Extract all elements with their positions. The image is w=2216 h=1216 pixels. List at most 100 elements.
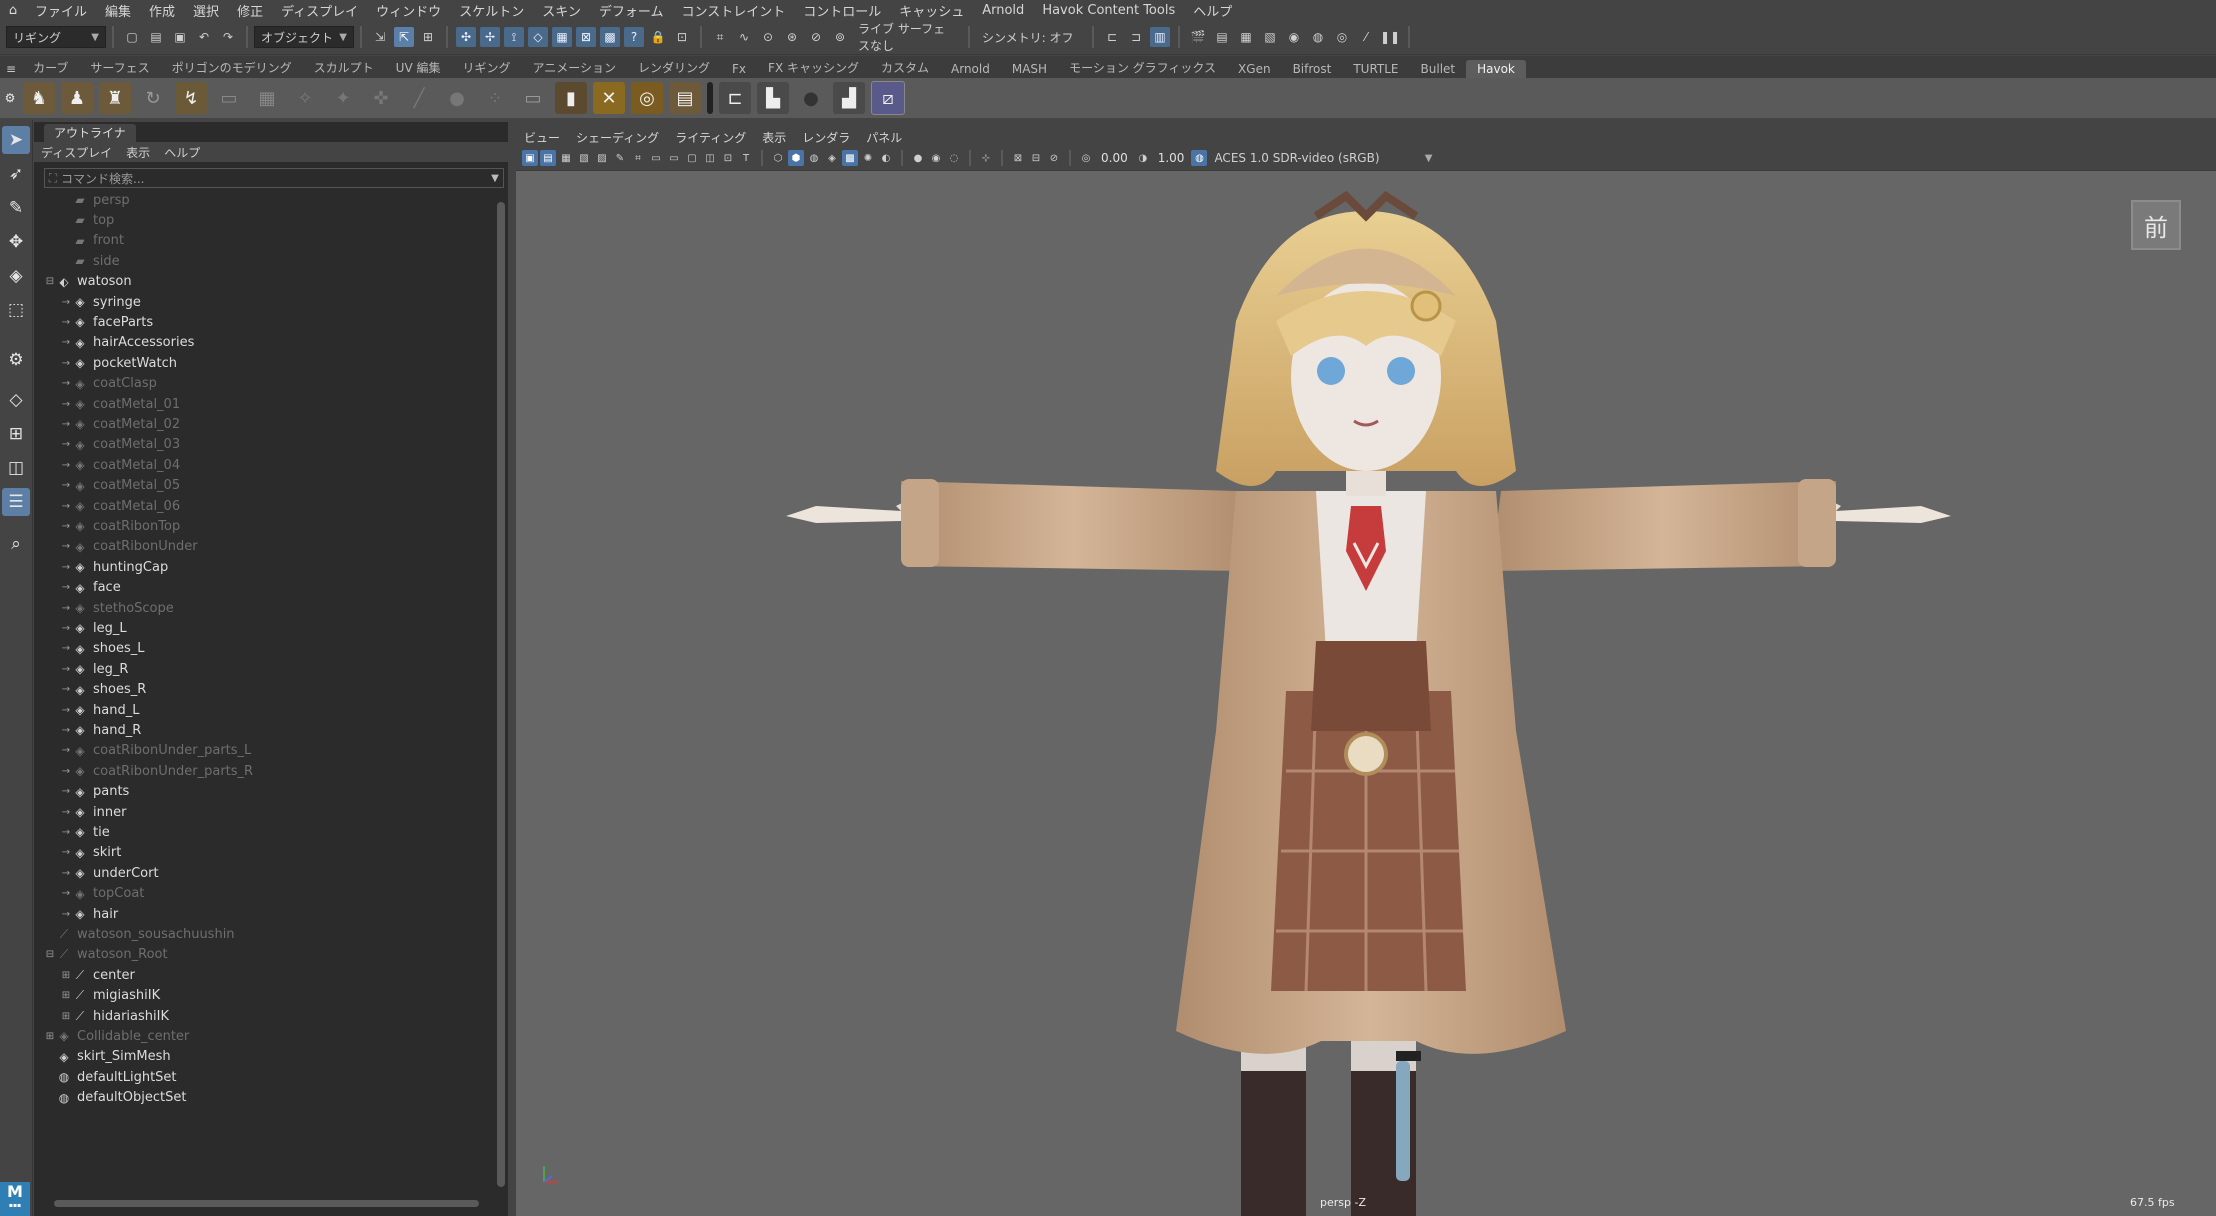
- viewport-menu-item[interactable]: シェーディング: [568, 129, 667, 146]
- havok-spheres-icon[interactable]: ⁘: [479, 82, 511, 114]
- menu-item[interactable]: ディスプレイ: [272, 1, 367, 20]
- expand-toggle-icon[interactable]: →: [60, 909, 72, 920]
- havok-preview-icon[interactable]: ▙: [757, 82, 789, 114]
- highlight-selection-icon[interactable]: ⊡: [672, 27, 692, 47]
- live-surface-dropdown[interactable]: ライブ サーフェスなし: [852, 22, 962, 53]
- redo-icon[interactable]: ↷: [218, 27, 238, 47]
- shelf-tab[interactable]: Fx: [721, 60, 757, 78]
- outliner-item[interactable]: ▰ top: [60, 210, 114, 230]
- field-chart-icon[interactable]: ◫: [702, 150, 718, 166]
- expand-toggle-icon[interactable]: →: [60, 358, 72, 369]
- outliner-item[interactable]: → ◈ hand_R: [60, 720, 141, 740]
- havok-constraint-icon[interactable]: ▭: [213, 82, 245, 114]
- outliner-item[interactable]: → ◈ topCoat: [60, 884, 145, 904]
- pause-icon[interactable]: ❚❚: [1380, 27, 1400, 47]
- snap-projected-icon[interactable]: ⊛: [782, 27, 802, 47]
- mask-handles-icon[interactable]: ✢: [480, 27, 500, 47]
- single-perspective-layout-icon[interactable]: ◇: [2, 386, 30, 414]
- havok-rig-icon[interactable]: ♜: [99, 82, 131, 114]
- havok-wire-icon[interactable]: ╱: [403, 82, 435, 114]
- expand-toggle-icon[interactable]: →: [60, 521, 72, 532]
- expand-toggle-icon[interactable]: →: [60, 317, 72, 328]
- menu-item[interactable]: キャッシュ: [890, 1, 973, 20]
- outliner-vertical-scrollbar[interactable]: [496, 192, 506, 1200]
- scroll-thumb[interactable]: [54, 1200, 479, 1207]
- shelf-options-icon[interactable]: ⚙: [3, 82, 17, 114]
- havok-hinge-icon[interactable]: ✦: [327, 82, 359, 114]
- wireframe-on-shaded-icon[interactable]: ◈: [824, 150, 840, 166]
- xray-joints-icon[interactable]: ⊟: [1028, 150, 1044, 166]
- view-cube-front[interactable]: 前: [2131, 200, 2181, 250]
- outliner-item[interactable]: → ◈ pants: [60, 782, 130, 802]
- havok-ball-icon[interactable]: ●: [441, 82, 473, 114]
- rotate-tool-icon[interactable]: ◈: [2, 262, 30, 290]
- havok-disabled-icon[interactable]: ↻: [137, 82, 169, 114]
- viewport-3d[interactable]: [516, 171, 2216, 1216]
- outliner-item[interactable]: → ◈ coatMetal_05: [60, 476, 180, 496]
- viewport-menu-item[interactable]: 表示: [754, 129, 794, 146]
- shelf-tab[interactable]: ポリゴンのモデリング: [161, 57, 303, 78]
- expand-toggle-icon[interactable]: →: [60, 562, 72, 573]
- select-tool-icon[interactable]: ➤: [2, 126, 30, 154]
- image-plane-icon[interactable]: ▧: [576, 150, 592, 166]
- wireframe-icon[interactable]: ⬡: [770, 150, 786, 166]
- menu-item[interactable]: デフォーム: [590, 1, 673, 20]
- outliner-search-field[interactable]: ⛶ コマンド検索... ▼: [44, 168, 504, 188]
- havok-filter-icon[interactable]: ⊏: [719, 82, 751, 114]
- expand-toggle-icon[interactable]: ⊟: [44, 276, 56, 287]
- outliner-item[interactable]: ▰ side: [60, 251, 119, 271]
- havok-export-icon[interactable]: ▤: [669, 82, 701, 114]
- menu-item[interactable]: 編集: [96, 1, 140, 20]
- two-panel-layout-icon[interactable]: ◫: [2, 454, 30, 482]
- shelf-tab[interactable]: MASH: [1001, 60, 1058, 78]
- snap-grid-icon[interactable]: ⌗: [710, 27, 730, 47]
- shelf-tab[interactable]: FX キャッシング: [757, 57, 870, 78]
- viewport-menu-item[interactable]: パネル: [858, 129, 910, 146]
- outliner-menu-item[interactable]: ディスプレイ: [34, 144, 119, 161]
- maya-logo[interactable]: M ▪▪▪: [0, 1182, 30, 1216]
- havok-dark-icon[interactable]: ●: [795, 82, 827, 114]
- outliner-item[interactable]: ◍ defaultLightSet: [44, 1067, 177, 1087]
- havok-ring-icon[interactable]: ◎: [631, 82, 663, 114]
- outliner-item[interactable]: ◈ skirt_SimMesh: [44, 1047, 170, 1067]
- output-ops-icon[interactable]: ⊐: [1126, 27, 1146, 47]
- expand-toggle-icon[interactable]: →: [60, 439, 72, 450]
- expand-toggle-icon[interactable]: ⊟: [44, 949, 56, 960]
- expand-toggle-icon[interactable]: →: [60, 786, 72, 797]
- mask-deformations-icon[interactable]: ⊠: [576, 27, 596, 47]
- havok-link-icon[interactable]: ✧: [289, 82, 321, 114]
- menu-item[interactable]: Arnold: [973, 3, 1033, 18]
- outliner-item[interactable]: ⊞ ⟋ center: [60, 965, 135, 985]
- outliner-item[interactable]: → ◈ syringe: [60, 292, 141, 312]
- expand-toggle-icon[interactable]: →: [60, 868, 72, 879]
- outliner-item[interactable]: ⊞ ⟋ migiashiIK: [60, 986, 160, 1006]
- outliner-item[interactable]: → ◈ coatRibonUnder_parts_L: [60, 741, 251, 761]
- menu-item[interactable]: 選択: [184, 1, 228, 20]
- shelf-tab[interactable]: レンダリング: [627, 57, 721, 78]
- exposure-icon[interactable]: ◎: [1078, 150, 1094, 166]
- render-frame-icon[interactable]: ▤: [1212, 27, 1232, 47]
- select-object-icon[interactable]: ⇱: [394, 27, 414, 47]
- input-ops-icon[interactable]: ⊏: [1102, 27, 1122, 47]
- selection-mode-dropdown[interactable]: オブジェクト ▼: [254, 26, 354, 48]
- expand-toggle-icon[interactable]: →: [60, 705, 72, 716]
- expand-toggle-icon[interactable]: →: [60, 847, 72, 858]
- expand-toggle-icon[interactable]: →: [60, 541, 72, 552]
- xray-icon[interactable]: ⊠: [1010, 150, 1026, 166]
- havok-shape-icon[interactable]: ▦: [251, 82, 283, 114]
- new-scene-icon[interactable]: ▢: [122, 27, 142, 47]
- expand-toggle-icon[interactable]: →: [60, 807, 72, 818]
- shelf-tab[interactable]: リギング: [451, 57, 521, 78]
- expand-toggle-icon[interactable]: →: [60, 827, 72, 838]
- menu-item[interactable]: ウィンドウ: [367, 1, 450, 20]
- outliner-item[interactable]: → ◈ coatMetal_04: [60, 455, 180, 475]
- havok-sim-icon[interactable]: ▟: [833, 82, 865, 114]
- expand-toggle-icon[interactable]: ⊞: [44, 1031, 56, 1042]
- outliner-item[interactable]: ⊞ ⟋ hidariashiIK: [60, 1006, 169, 1026]
- outliner-item[interactable]: → ◈ coatRibonTop: [60, 516, 180, 536]
- shelf-tab[interactable]: アニメーション: [521, 57, 627, 78]
- outliner-item[interactable]: → ◈ underCort: [60, 863, 159, 883]
- outliner-item[interactable]: ▰ front: [60, 231, 124, 251]
- menu-item[interactable]: スケルトン: [450, 1, 533, 20]
- outliner-tab[interactable]: アウトライナ: [44, 124, 136, 142]
